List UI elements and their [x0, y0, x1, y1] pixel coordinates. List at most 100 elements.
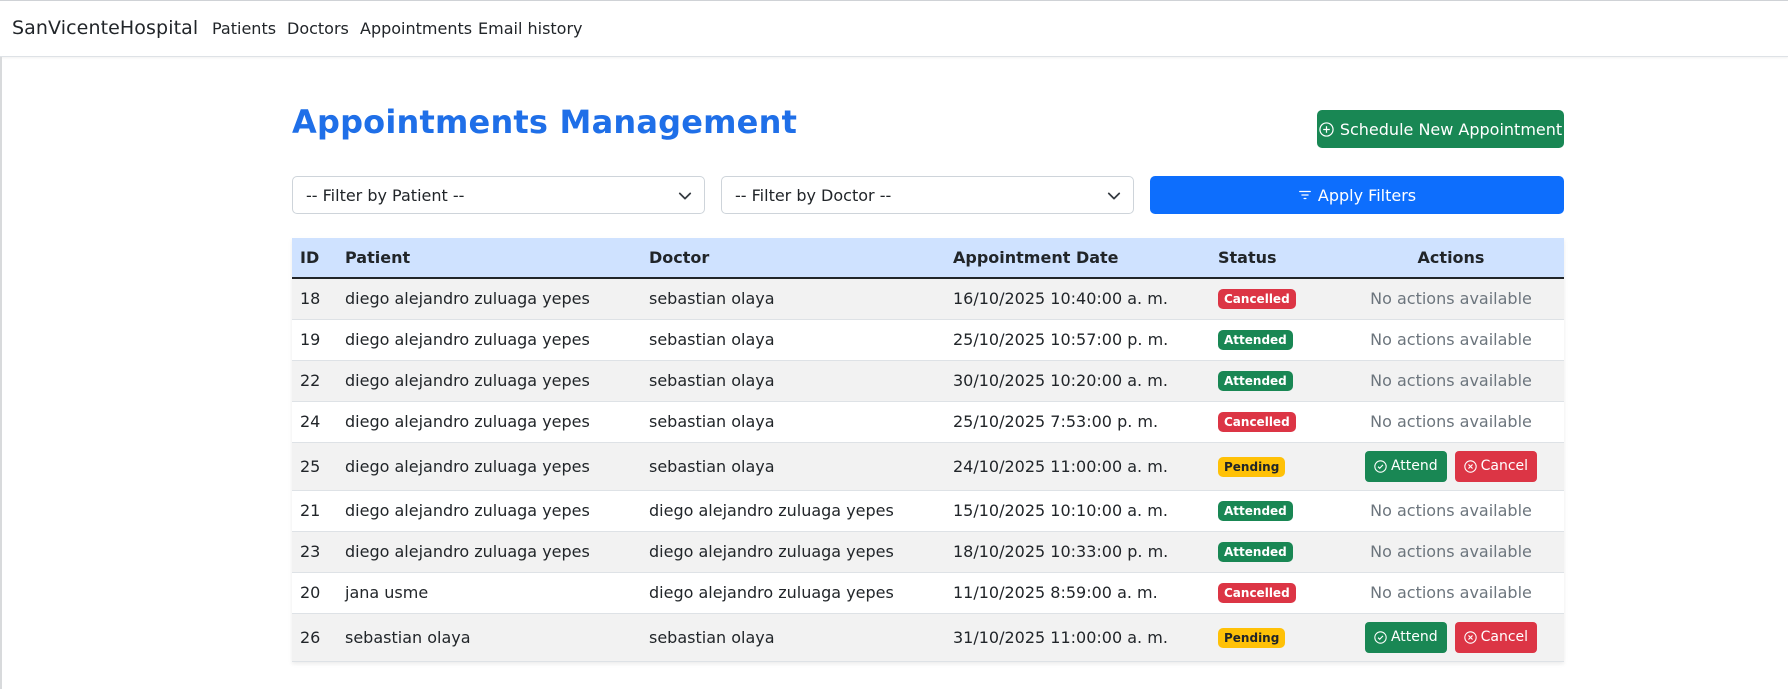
- cell-date: 31/10/2025 11:00:00 a. m.: [945, 613, 1210, 662]
- status-badge: Cancelled: [1218, 289, 1296, 310]
- cell-status: Cancelled: [1210, 572, 1338, 614]
- table-row: 26 sebastian olaya sebastian olaya 31/10/20…: [292, 613, 1564, 662]
- cell-date: 24/10/2025 11:00:00 a. m.: [945, 442, 1210, 491]
- cell-status: Attended: [1210, 531, 1338, 573]
- status-badge: Attended: [1218, 501, 1293, 521]
- cell-id: 22: [292, 360, 337, 402]
- table-row: 18 diego alejandro zuluaga yepes sebastian…: [292, 278, 1564, 320]
- plus-circle-icon: [1319, 121, 1334, 137]
- attend-label: Attend: [1390, 629, 1438, 645]
- cell-doctor: diego alejandro zuluaga yepes: [641, 572, 945, 614]
- cell-id: 21: [292, 490, 337, 532]
- cell-actions: No actions available: [1338, 278, 1564, 320]
- cell-id: 23: [292, 531, 337, 573]
- cell-patient: diego alejandro zuluaga yepes: [337, 401, 641, 443]
- cell-doctor: sebastian olaya: [641, 360, 945, 402]
- cell-status: Cancelled: [1210, 401, 1338, 443]
- status-badge: Pending: [1218, 627, 1286, 648]
- header-actions: Actions: [1338, 238, 1564, 279]
- cell-patient: diego alejandro zuluaga yepes: [337, 531, 641, 573]
- nav-patients[interactable]: Patients: [212, 19, 276, 38]
- cell-doctor: sebastian olaya: [641, 613, 945, 662]
- cell-status: Pending: [1210, 442, 1338, 491]
- patient-filter-select[interactable]: -- Filter by Patient --: [292, 176, 705, 214]
- cell-date: 18/10/2025 10:33:00 p. m.: [945, 531, 1210, 573]
- cell-actions: No actions available: [1338, 319, 1564, 361]
- no-actions-text: No actions available: [1370, 583, 1532, 602]
- x-circle-icon: [1463, 459, 1477, 473]
- table-row: 20 jana usme diego alejandro zuluaga yepes…: [292, 572, 1564, 614]
- brand-link[interactable]: SanVicenteHospital: [12, 17, 198, 39]
- cell-doctor: sebastian olaya: [641, 278, 945, 320]
- table-row: 24 diego alejandro zuluaga yepes sebastian…: [292, 401, 1564, 443]
- cell-date: 16/10/2025 10:40:00 a. m.: [945, 278, 1210, 320]
- cancel-label: Cancel: [1480, 458, 1529, 474]
- cell-patient: sebastian olaya: [337, 613, 641, 662]
- doctor-filter-select[interactable]: -- Filter by Doctor --: [721, 176, 1134, 214]
- filter-icon: [1298, 190, 1311, 200]
- status-badge: Cancelled: [1218, 583, 1296, 603]
- cell-id: 24: [292, 401, 337, 443]
- header-doctor: Doctor: [641, 238, 945, 279]
- no-actions-text: No actions available: [1370, 289, 1532, 309]
- header-patient: Patient: [337, 238, 641, 279]
- cell-actions: Attend Cancel: [1338, 442, 1564, 491]
- attend-label: Attend: [1390, 458, 1438, 474]
- cell-status: Attended: [1210, 319, 1338, 361]
- left-divider: [0, 57, 2, 689]
- cell-id: 18: [292, 278, 337, 320]
- status-badge: Attended: [1218, 330, 1293, 350]
- cell-patient: diego alejandro zuluaga yepes: [337, 319, 641, 361]
- cell-patient: diego alejandro zuluaga yepes: [337, 490, 641, 532]
- status-badge: Attended: [1218, 542, 1293, 562]
- cell-doctor: sebastian olaya: [641, 319, 945, 361]
- cell-id: 19: [292, 319, 337, 361]
- page-title: Appointments Management: [292, 103, 798, 141]
- cell-doctor: diego alejandro zuluaga yepes: [641, 531, 945, 573]
- x-circle-icon: [1463, 630, 1477, 644]
- schedule-new-appointment-button[interactable]: Schedule New Appointment: [1317, 110, 1564, 148]
- table-row: 25 diego alejandro zuluaga yepes sebastian…: [292, 442, 1564, 491]
- no-actions-text: No actions available: [1370, 501, 1532, 520]
- cell-date: 15/10/2025 10:10:00 a. m.: [945, 490, 1210, 532]
- cell-patient: diego alejandro zuluaga yepes: [337, 360, 641, 402]
- apply-filters-label: Apply Filters: [1317, 185, 1417, 205]
- nav-appointments[interactable]: Appointments: [360, 19, 472, 38]
- cell-date: 11/10/2025 8:59:00 a. m.: [945, 572, 1210, 614]
- apply-filters-button[interactable]: Apply Filters: [1150, 176, 1564, 214]
- check-circle-icon: [1374, 630, 1387, 644]
- cell-doctor: sebastian olaya: [641, 401, 945, 443]
- nav-doctors[interactable]: Doctors: [287, 19, 349, 38]
- table-row: 21 diego alejandro zuluaga yepes diego ale…: [292, 490, 1564, 532]
- nav-email-history[interactable]: Email history: [478, 19, 583, 38]
- no-actions-text: No actions available: [1370, 412, 1532, 431]
- attend-button[interactable]: Attend: [1364, 621, 1447, 653]
- table-row: 23 diego alejandro zuluaga yepes diego ale…: [292, 531, 1564, 573]
- table-body: 18 diego alejandro zuluaga yepes sebastian…: [292, 278, 1564, 662]
- chevron-down-icon: [678, 192, 692, 200]
- cell-status: Attended: [1210, 490, 1338, 532]
- cell-status: Cancelled: [1210, 278, 1338, 320]
- cell-date: 30/10/2025 10:20:00 a. m.: [945, 360, 1210, 402]
- cell-doctor: sebastian olaya: [641, 442, 945, 491]
- chevron-down-icon: [1107, 192, 1121, 200]
- cell-actions: No actions available: [1338, 572, 1564, 614]
- cell-status: Attended: [1210, 360, 1338, 402]
- status-badge: Pending: [1218, 456, 1286, 477]
- cancel-button[interactable]: Cancel: [1454, 450, 1538, 482]
- table-row: 19 diego alejandro zuluaga yepes sebastian…: [292, 319, 1564, 361]
- table-header-row: ID Patient Doctor Appointment Date Statu…: [292, 238, 1564, 279]
- cell-actions: Attend Cancel: [1338, 613, 1564, 662]
- cell-id: 20: [292, 572, 337, 614]
- header-status: Status: [1210, 238, 1338, 279]
- no-actions-text: No actions available: [1370, 371, 1532, 390]
- header-id: ID: [292, 238, 337, 279]
- patient-filter-value: -- Filter by Patient --: [306, 185, 465, 205]
- cell-doctor: diego alejandro zuluaga yepes: [641, 490, 945, 532]
- cancel-button[interactable]: Cancel: [1454, 621, 1538, 653]
- appointments-table: ID Patient Doctor Appointment Date Statu…: [292, 238, 1564, 662]
- cell-actions: No actions available: [1338, 490, 1564, 532]
- cell-status: Pending: [1210, 613, 1338, 662]
- attend-button[interactable]: Attend: [1364, 450, 1447, 482]
- cell-actions: No actions available: [1338, 531, 1564, 573]
